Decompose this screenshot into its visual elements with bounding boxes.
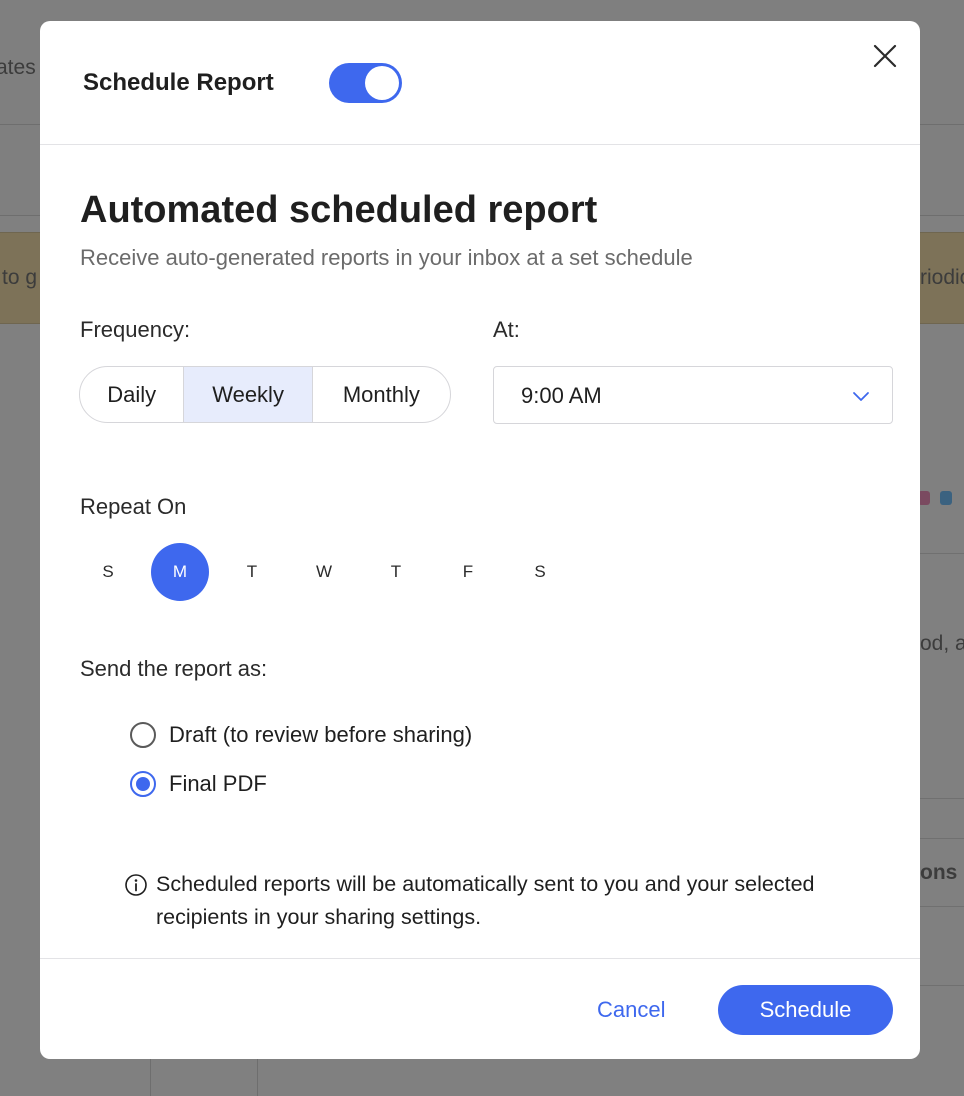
cancel-button[interactable]: Cancel [597,997,665,1023]
page-title: Automated scheduled report [80,189,598,231]
info-icon [125,874,147,896]
send-as-label: Send the report as: [80,656,268,681]
background-text: riodic [920,266,964,289]
day-tuesday[interactable]: T [223,543,281,601]
final-pdf-radio-label: Final PDF [169,771,267,796]
time-label: At: [493,317,520,342]
frequency-label: Frequency: [80,317,191,342]
day-sunday[interactable]: S [79,543,137,601]
background-divider [920,798,964,799]
repeat-on-label: Repeat On [80,494,187,519]
schedule-button[interactable]: Schedule [718,985,893,1035]
page-subtitle: Receive auto-generated reports in your i… [80,245,693,270]
background-divider [920,838,964,839]
background-divider [920,906,964,907]
draft-radio-label: Draft (to review before sharing) [169,722,473,747]
info-message: Scheduled reports will be automatically … [156,872,815,929]
background-divider [920,985,964,986]
modal-header: Schedule Report [40,21,920,145]
day-monday[interactable]: M [151,543,209,601]
final-pdf-radio[interactable] [130,771,156,797]
frequency-option-weekly[interactable]: Weekly [183,367,312,422]
modal-header-title: Schedule Report [83,69,274,96]
background-divider [257,1059,258,1096]
background-divider [150,1059,151,1096]
close-icon[interactable] [871,42,899,70]
frequency-option-monthly[interactable]: Monthly [311,367,450,422]
day-wednesday[interactable]: W [295,543,353,601]
background-divider [920,553,964,554]
day-saturday[interactable]: S [511,543,569,601]
modal-footer: Cancel Schedule [40,958,920,1059]
time-select[interactable]: 9:00 AM [493,366,893,424]
schedule-report-modal: Schedule Report Automated scheduled repo… [40,21,920,1059]
draft-radio[interactable] [130,722,156,748]
send-as-pdf-option[interactable]: Final PDF [130,769,267,799]
toggle-knob [365,66,399,100]
twitter-icon [940,491,952,505]
background-text: ons [920,861,958,884]
frequency-option-daily[interactable]: Daily [80,367,183,422]
time-select-value: 9:00 AM [521,383,602,408]
day-thursday[interactable]: T [367,543,425,601]
background-text: ates [0,56,36,79]
schedule-report-toggle[interactable] [329,63,402,103]
chevron-down-icon [853,392,869,401]
background-text: od, al [920,632,964,655]
background-text: to g [2,266,38,289]
frequency-segmented-control: Daily Weekly Monthly [79,366,451,423]
day-friday[interactable]: F [439,543,497,601]
send-as-draft-option[interactable]: Draft (to review before sharing) [130,720,472,750]
